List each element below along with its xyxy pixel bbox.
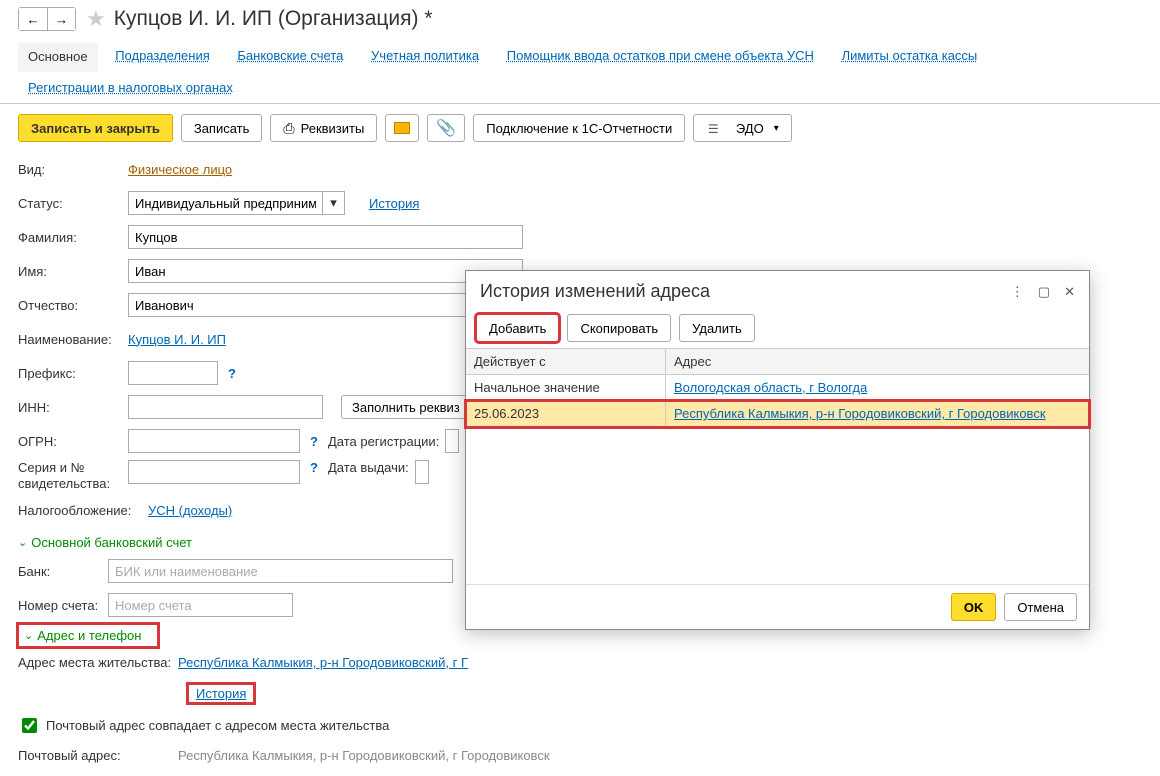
tab-cash-limits[interactable]: Лимиты остатка кассы <box>832 42 988 71</box>
chevron-down-icon: ⌄ <box>24 629 33 642</box>
copy-button[interactable]: Скопировать <box>567 314 671 342</box>
cancel-button[interactable]: Отмена <box>1004 593 1077 621</box>
table-row: Начальное значение Вологодская область, … <box>466 375 1089 401</box>
history-table: Действует с Адрес Начальное значение Вол… <box>466 348 1089 584</box>
mail-button[interactable] <box>385 114 419 142</box>
address-section-toggle[interactable]: ⌄ Адрес и телефон <box>18 624 158 647</box>
vid-label: Вид: <box>18 162 128 177</box>
edo-button[interactable]: ЭДО ▾ <box>693 114 791 142</box>
tab-tax-reg[interactable]: Регистрации в налоговых органах <box>18 74 243 103</box>
mail-icon <box>394 122 410 134</box>
surname-input[interactable] <box>128 225 523 249</box>
forward-button[interactable]: → <box>47 8 75 30</box>
connect-1c-button[interactable]: Подключение к 1С-Отчетности <box>473 114 685 142</box>
cell-addr-initial[interactable]: Вологодская область, г Вологда <box>674 380 867 395</box>
status-label: Статус: <box>18 196 128 211</box>
post-addr-value: Республика Калмыкия, р-н Городовиковский… <box>178 748 550 763</box>
fam-label: Фамилия: <box>18 230 128 245</box>
serial-label: Серия и № свидетельства: <box>18 460 128 491</box>
address-history-dialog: История изменений адреса ⋮ ▢ ✕ Добавить … <box>465 270 1090 630</box>
cell-date-initial: Начальное значение <box>466 375 666 400</box>
fullname-link[interactable]: Купцов И. И. ИП <box>128 332 226 347</box>
add-button[interactable]: Добавить <box>476 314 559 342</box>
same-address-label: Почтовый адрес совпадает с адресом места… <box>46 718 389 733</box>
fill-requisites-button[interactable]: Заполнить реквиз <box>341 395 471 419</box>
same-address-checkbox[interactable] <box>22 718 37 733</box>
print-icon <box>283 120 294 137</box>
chevron-down-icon: ▾ <box>330 195 337 211</box>
cell-date-selected[interactable]: 25.06.2023 <box>466 401 666 426</box>
residence-addr-label: Адрес места жительства: <box>18 655 178 670</box>
address-section-label: Адрес и телефон <box>37 628 141 643</box>
reg-date-label: Дата регистрации: <box>328 434 439 449</box>
acc-label: Номер счета: <box>18 598 108 613</box>
chevron-down-icon: ⌄ <box>18 536 27 549</box>
back-button[interactable]: ← <box>19 8 47 30</box>
firstname-input[interactable] <box>128 259 523 283</box>
bank-section-label: Основной банковский счет <box>31 535 192 550</box>
dialog-close-icon[interactable]: ✕ <box>1064 284 1075 300</box>
status-select[interactable] <box>128 191 323 215</box>
cell-addr-selected[interactable]: Республика Калмыкия, р-н Городовиковский… <box>674 406 1046 421</box>
inn-input[interactable] <box>128 395 323 419</box>
bank-label: Банк: <box>18 564 108 579</box>
nav-button-group: ← → <box>18 7 76 31</box>
toolbar: Записать и закрыть Записать Реквизиты 📎 … <box>0 104 1160 152</box>
tax-label: Налогообложение: <box>18 503 148 518</box>
favorite-star-icon[interactable]: ★ <box>86 6 106 32</box>
ogrn-input[interactable] <box>128 429 300 453</box>
account-input[interactable] <box>108 593 293 617</box>
dropdown-caret-icon: ▾ <box>774 123 779 134</box>
status-dropdown-button[interactable]: ▾ <box>323 191 345 215</box>
name-label: Имя: <box>18 264 128 279</box>
delete-button[interactable]: Удалить <box>679 314 755 342</box>
save-button[interactable]: Записать <box>181 114 263 142</box>
th-date: Действует с <box>466 349 666 374</box>
full-label: Наименование: <box>18 332 128 347</box>
status-history-link[interactable]: История <box>369 196 419 211</box>
patronymic-input[interactable] <box>128 293 523 317</box>
address-history-link[interactable]: История <box>196 686 246 701</box>
edo-icon <box>706 121 720 136</box>
requisites-label: Реквизиты <box>301 121 365 136</box>
requisites-button[interactable]: Реквизиты <box>270 114 377 142</box>
dialog-more-icon[interactable]: ⋮ <box>1011 284 1024 300</box>
tab-bank-accounts[interactable]: Банковские счета <box>227 42 353 71</box>
tab-main[interactable]: Основное <box>18 43 98 75</box>
page-title: Купцов И. И. ИП (Организация) * <box>114 7 433 31</box>
issue-date-input[interactable] <box>415 460 429 484</box>
issue-date-label: Дата выдачи: <box>328 460 409 475</box>
serial-help-icon[interactable]: ? <box>310 460 318 475</box>
prefix-input[interactable] <box>128 361 218 385</box>
attach-icon: 📎 <box>436 118 456 138</box>
prefix-help-icon[interactable]: ? <box>228 366 236 381</box>
ogrn-label: ОГРН: <box>18 434 128 449</box>
residence-addr-link[interactable]: Республика Калмыкия, р-н Городовиковский… <box>178 655 468 670</box>
serial-input[interactable] <box>128 460 300 484</box>
post-addr-label: Почтовый адрес: <box>18 748 178 763</box>
inn-label: ИНН: <box>18 400 128 415</box>
attach-button[interactable]: 📎 <box>427 114 465 142</box>
prefix-label: Префикс: <box>18 366 128 381</box>
save-and-close-button[interactable]: Записать и закрыть <box>18 114 173 142</box>
ok-button[interactable]: OK <box>951 593 997 621</box>
tab-policy[interactable]: Учетная политика <box>361 42 489 71</box>
edo-label: ЭДО <box>736 121 764 136</box>
vid-value[interactable]: Физическое лицо <box>128 162 232 177</box>
tab-usn-helper[interactable]: Помощник ввода остатков при смене объект… <box>497 42 824 71</box>
ogrn-help-icon[interactable]: ? <box>310 434 318 449</box>
table-row-selected: 25.06.2023 Республика Калмыкия, р-н Горо… <box>466 401 1089 427</box>
bank-input[interactable] <box>108 559 453 583</box>
dialog-maximize-icon[interactable]: ▢ <box>1038 284 1050 300</box>
tab-bar: Основное Подразделения Банковские счета … <box>0 38 1160 104</box>
patr-label: Отчество: <box>18 298 128 313</box>
th-address: Адрес <box>666 349 1089 374</box>
tab-divisions[interactable]: Подразделения <box>105 42 220 71</box>
reg-date-input[interactable] <box>445 429 459 453</box>
tax-value-link[interactable]: УСН (доходы) <box>148 503 232 518</box>
dialog-title: История изменений адреса <box>480 281 1011 302</box>
